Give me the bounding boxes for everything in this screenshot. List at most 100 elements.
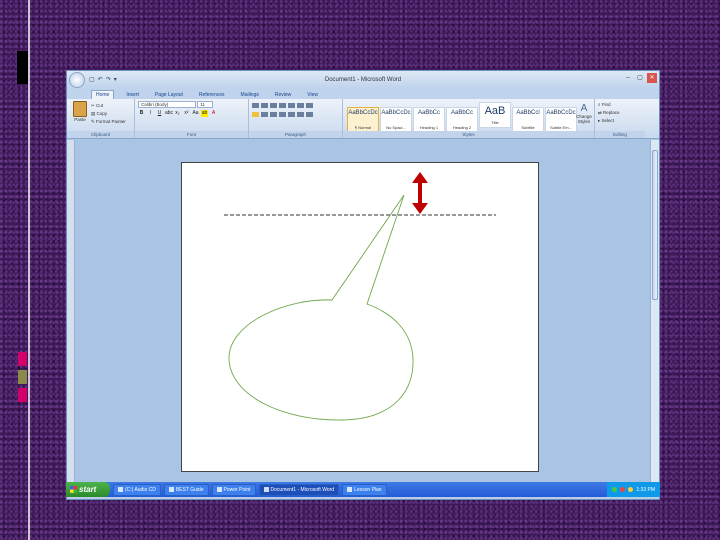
tab-insert[interactable]: Insert (122, 91, 143, 99)
start-button[interactable]: start (66, 482, 110, 497)
cut-button[interactable]: ✂ Cut (91, 102, 126, 110)
clipboard-commands: ✂ Cut ▤ Copy ✎ Format Painter (91, 102, 126, 126)
scroll-thumb[interactable] (652, 150, 658, 300)
minimize-button[interactable]: – (623, 73, 633, 83)
maximize-button[interactable]: ▢ (635, 73, 645, 83)
clock[interactable]: 1:33 PM (636, 487, 655, 493)
taskbar-item[interactable]: BEST Guide (163, 483, 209, 496)
word-icon (263, 487, 269, 492)
style-normal[interactable]: AaBbCcDc ¶ Normal (347, 107, 379, 133)
style-no-spacing[interactable]: AaBbCcDc No Spaci... (380, 107, 412, 133)
undo-icon[interactable]: ↶ (98, 76, 103, 83)
style-name: ¶ Normal (354, 125, 372, 130)
show-marks-icon[interactable] (306, 103, 313, 108)
side-block-magenta-1 (18, 352, 27, 366)
tab-mailings[interactable]: Mailings (237, 91, 263, 99)
style-name: Heading 1 (419, 125, 439, 130)
alignment-row (252, 112, 339, 117)
customize-qat-icon[interactable]: ▾ (114, 76, 117, 83)
bullets-icon[interactable] (252, 103, 259, 108)
tab-view[interactable]: View (303, 91, 322, 99)
copy-button[interactable]: ▤ Copy (91, 110, 126, 118)
underline-icon[interactable]: U (156, 110, 163, 117)
antivirus-icon[interactable] (620, 487, 626, 492)
speech-callout-shape[interactable] (228, 194, 414, 421)
italic-icon[interactable]: I (147, 110, 154, 117)
cd-icon (118, 487, 123, 492)
decrease-indent-icon[interactable] (279, 103, 286, 108)
style-heading-2[interactable]: AaBbCc Heading 2 (446, 107, 478, 133)
style-sample: AaBbCcl (516, 110, 540, 116)
sort-icon[interactable] (297, 103, 304, 108)
increase-indent-icon[interactable] (288, 103, 295, 108)
start-label: start (79, 485, 97, 494)
taskbar-item-label: Lesson Plan (354, 486, 382, 493)
tab-review[interactable]: Review (271, 91, 295, 99)
justify-icon[interactable] (279, 112, 286, 117)
replace-button[interactable]: ⇄ Replace (598, 109, 642, 117)
superscript-icon[interactable]: x² (183, 110, 190, 117)
paragraph-group-label: Paragraph (249, 131, 342, 138)
ribbon: Paste ✂ Cut ▤ Copy ✎ Format Painter Clip… (67, 99, 659, 139)
tab-page-layout[interactable]: Page Layout (151, 91, 187, 99)
system-tray: 1:33 PM (607, 482, 660, 497)
change-styles-button[interactable]: A Change Styles (576, 103, 592, 124)
select-button[interactable]: ▸ Select (598, 117, 642, 125)
highlight-icon[interactable]: ab (201, 110, 208, 117)
style-name: Heading 2 (452, 125, 472, 130)
strikethrough-icon[interactable]: abc (165, 110, 173, 117)
redo-icon[interactable]: ↷ (106, 76, 111, 83)
paste-button[interactable]: Paste (70, 101, 90, 127)
line-spacing-icon[interactable] (288, 112, 295, 117)
style-subtle-emphasis[interactable]: AaBbCcDc Subtle Em... (545, 107, 577, 133)
tab-references[interactable]: References (195, 91, 229, 99)
align-left-icon[interactable] (252, 112, 259, 117)
style-sample: AaBbCcDc (381, 110, 411, 116)
style-sample: AaBbCc (450, 110, 473, 116)
style-subtitle[interactable]: AaBbCcl Subtitle (512, 107, 544, 133)
close-button[interactable]: ✕ (647, 73, 657, 83)
shading-icon[interactable] (297, 112, 304, 117)
save-icon[interactable]: ▢ (89, 76, 95, 83)
subscript-icon[interactable]: x₂ (174, 110, 181, 117)
font-group-label: Font (135, 131, 248, 138)
ribbon-tabs: Home Insert Page Layout References Maili… (67, 88, 659, 99)
title-bar: ▢ ↶ ↷ ▾ Document1 - Microsoft Word – ▢ ✕ (67, 71, 659, 88)
vertical-ruler (67, 140, 75, 488)
format-painter-button[interactable]: ✎ Format Painter (91, 118, 126, 126)
styles-group-label: Styles (343, 131, 594, 138)
change-case-icon[interactable]: Aa (192, 110, 199, 117)
style-heading-1[interactable]: AaBbCc Heading 1 (413, 107, 445, 133)
office-button[interactable] (69, 71, 85, 88)
style-sample: AaBbCcDc (348, 110, 378, 116)
taskbar-item[interactable]: Power Point (211, 483, 256, 496)
align-right-icon[interactable] (270, 112, 277, 117)
multilevel-list-icon[interactable] (270, 103, 277, 108)
font-name-input[interactable]: Calibri (Body) (138, 101, 196, 108)
tab-home[interactable]: Home (91, 90, 115, 99)
font-color-icon[interactable]: A (210, 110, 217, 117)
network-icon[interactable] (612, 487, 618, 492)
double-arrow-icon[interactable] (412, 172, 428, 214)
numbering-icon[interactable] (261, 103, 268, 108)
word-window: ▢ ↶ ↷ ▾ Document1 - Microsoft Word – ▢ ✕… (66, 70, 660, 500)
folder-icon (168, 487, 174, 492)
document-page[interactable] (181, 162, 539, 472)
vertical-scrollbar[interactable] (650, 140, 659, 488)
borders-icon[interactable] (306, 112, 313, 117)
window-title: Document1 - Microsoft Word (324, 76, 402, 83)
bold-icon[interactable]: B (138, 110, 145, 117)
taskbar-item-active[interactable]: Document1 - Microsoft Word (258, 483, 340, 496)
taskbar-item[interactable]: (C:) Audio CD (113, 483, 161, 496)
slide-black-block (17, 51, 28, 84)
volume-icon[interactable] (628, 487, 634, 492)
taskbar-item[interactable]: Lesson Plan (342, 483, 387, 496)
taskbar-item-label: Power Point (223, 486, 251, 493)
find-button[interactable]: ⌕ Find (598, 101, 642, 109)
font-size-input[interactable]: 11 (197, 101, 214, 108)
quick-access-toolbar: ▢ ↶ ↷ ▾ (89, 76, 117, 83)
editing-group: ⌕ Find ⇄ Replace ▸ Select Editing (595, 99, 645, 138)
document-area (67, 140, 659, 488)
align-center-icon[interactable] (261, 112, 268, 117)
style-title[interactable]: AaB Title (479, 102, 511, 128)
